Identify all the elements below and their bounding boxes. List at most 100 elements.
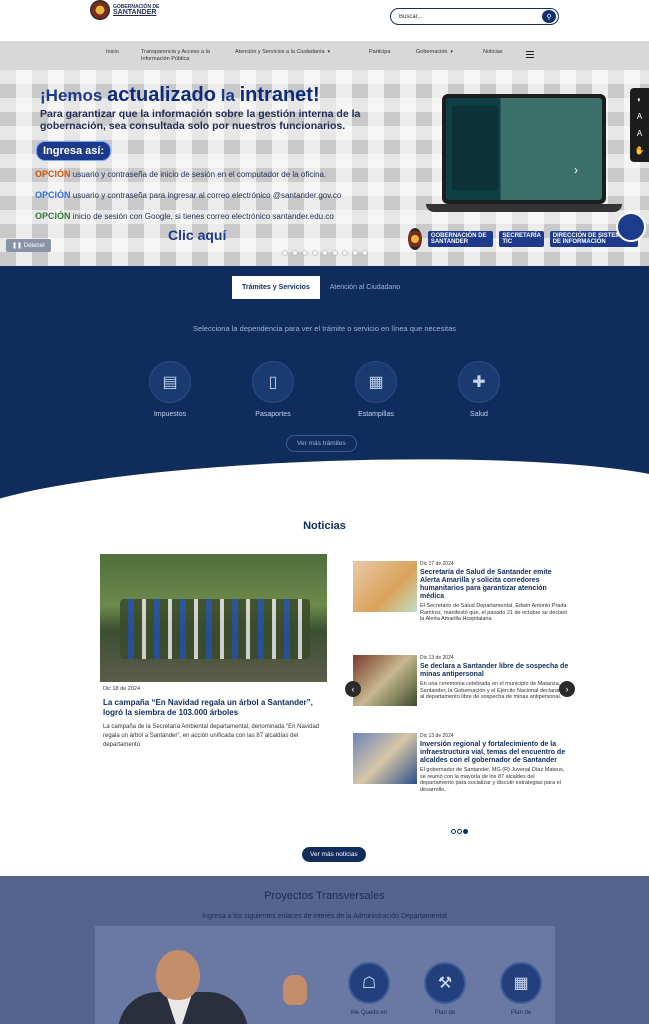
- nav-item-gobernacion[interactable]: Gobernación ▾: [416, 49, 453, 56]
- passport-icon: ▯: [252, 361, 294, 403]
- logo-wordmark: GOBERNACIÓN DE SANTANDER: [113, 4, 159, 16]
- news-summary: El gobernador de Santander, MG (R) Juven…: [420, 767, 565, 793]
- tramite-label: Estampillas: [358, 411, 394, 418]
- tax-document-icon: ▤: [149, 361, 191, 403]
- tab-atencion[interactable]: Atención al Ciudadano: [320, 276, 410, 301]
- proyecto-me-quedo[interactable]: ☖ Me Quedo en: [339, 962, 399, 1017]
- proyecto-plan-1[interactable]: ⚒ Plan de: [415, 962, 475, 1017]
- news-thumbnail: [353, 655, 417, 706]
- news-dot[interactable]: [451, 829, 456, 834]
- news-headline[interactable]: Inversión regional y fortalecimiento de …: [420, 741, 570, 765]
- sign-language-icon[interactable]: ✋: [635, 146, 645, 155]
- news-dot[interactable]: [457, 829, 462, 834]
- tramites-lead: Selecciona la dependencia para ver el tr…: [192, 324, 457, 333]
- nav-item-noticias[interactable]: Noticias: [483, 49, 503, 56]
- news-item[interactable]: Dic 13 de 2024 Inversión regional y fort…: [353, 733, 573, 805]
- contrast-icon[interactable]: ◐: [637, 95, 642, 104]
- health-icon: ✚: [458, 361, 500, 403]
- news-thumbnail: [353, 733, 417, 784]
- nav-item-inicio[interactable]: Inicio: [106, 49, 119, 56]
- proyectos-section: Proyectos Transversales Ingresa a los si…: [0, 876, 649, 1024]
- carousel-dot[interactable]: [292, 250, 298, 256]
- coat-of-arms-icon: [90, 0, 110, 20]
- hero-pill: Ingresa así:: [36, 141, 112, 161]
- carousel-dot[interactable]: [332, 250, 338, 256]
- news-dot-active[interactable]: [463, 829, 468, 834]
- logo-line2: SANTANDER: [113, 9, 157, 16]
- proyectos-title: Proyectos Transversales: [264, 890, 385, 902]
- pause-icon: ❚❚: [12, 243, 24, 249]
- hero-cta-link[interactable]: Clic aquí: [168, 227, 226, 243]
- search-button[interactable]: ⚲: [542, 10, 556, 23]
- chat-button[interactable]: [616, 212, 646, 242]
- main-nav: Inicio Transparencia y Acceso a la Infor…: [0, 41, 649, 70]
- badge-gobernacion: GOBERNACIÓN DE SANTANDER: [427, 231, 494, 247]
- zoom-icon[interactable]: A: [637, 129, 642, 138]
- nav-item-label: Participa: [369, 49, 391, 55]
- top-header: GOBERNACIÓN DE SANTANDER ⚲: [0, 0, 649, 41]
- search-input[interactable]: [399, 12, 539, 22]
- text-size-icon[interactable]: A: [637, 112, 642, 121]
- nav-item-participa[interactable]: Participa: [369, 49, 390, 56]
- tramite-label: Salud: [470, 411, 488, 418]
- hero-option-1: OPCIÓN usuario y contraseña de inicio de…: [35, 169, 327, 179]
- proyecto-label: Me Quedo en: [350, 1010, 388, 1016]
- tramite-estampillas[interactable]: ▦ Estampillas: [346, 361, 406, 418]
- governor-photo: [118, 950, 318, 1024]
- nav-item-atencion[interactable]: Atención y Servicios a la Ciudadanía ▾: [235, 49, 330, 56]
- featured-news-headline[interactable]: La campaña “En Navidad regala un árbol a…: [103, 698, 327, 718]
- site-logo[interactable]: GOBERNACIÓN DE SANTANDER: [90, 0, 159, 20]
- news-headline[interactable]: Se declara a Santander libre de sospecha…: [420, 663, 570, 679]
- news-summary: En una ceremonia celebrada en el municip…: [420, 681, 566, 700]
- section-wave-divider: [0, 448, 649, 511]
- news-date: Dic 13 de 2024: [420, 733, 454, 739]
- news-date: Dic 17 de 2024: [420, 561, 454, 567]
- carousel-dot[interactable]: [352, 250, 358, 256]
- nav-item-label: Atención y Servicios a la Ciudadanía: [235, 49, 325, 55]
- carousel-dot[interactable]: [282, 250, 288, 256]
- news-thumbnail: [353, 561, 417, 612]
- nav-item-label: Transparencia y Acceso a la Información …: [141, 49, 210, 62]
- hero-subtitle: Para garantizar que la información sobre…: [40, 108, 361, 132]
- proyecto-label: Plan de: [434, 1010, 456, 1016]
- featured-news-date: Dic 18 de 2024: [103, 686, 140, 692]
- news-headline[interactable]: Secretaría de Salud de Santander emite A…: [420, 569, 570, 601]
- news-summary: El Secretario de Salud Departamental, Ed…: [420, 603, 568, 622]
- carousel-dots: [282, 250, 368, 256]
- carousel-dot[interactable]: [342, 250, 348, 256]
- news-prev-button[interactable]: ‹: [345, 681, 361, 697]
- carousel-dot[interactable]: [312, 250, 318, 256]
- tools-icon: ⚒: [424, 962, 466, 1004]
- news-item[interactable]: Dic 13 de 2024 Se declara a Santander li…: [353, 655, 573, 715]
- nav-item-label: Gobernación: [416, 49, 448, 55]
- tramite-pasaportes[interactable]: ▯ Pasaportes: [243, 361, 303, 418]
- carousel-next-icon[interactable]: ›: [574, 163, 578, 177]
- proyecto-plan-2[interactable]: ▦ Plan de: [491, 962, 551, 1017]
- tramite-label: Pasaportes: [255, 411, 291, 418]
- hand-heart-icon: ☖: [348, 962, 390, 1004]
- menu-icon[interactable]: [526, 51, 534, 58]
- news-item[interactable]: Dic 17 de 2024 Secretaría de Salud de Sa…: [353, 561, 573, 631]
- hero-banner[interactable]: ¡Hemos actualizado la intranet! Para gar…: [0, 70, 649, 266]
- tramites-section: Trámites y Servicios Atención al Ciudada…: [0, 266, 649, 511]
- tramite-impuestos[interactable]: ▤ Impuestos: [140, 361, 200, 418]
- carousel-dot[interactable]: [302, 250, 308, 256]
- proyecto-label: Plan de: [510, 1010, 532, 1016]
- featured-news-image[interactable]: [100, 554, 327, 682]
- news-next-button[interactable]: ›: [559, 681, 575, 697]
- tramite-salud[interactable]: ✚ Salud: [449, 361, 509, 418]
- tramites-tabs: Trámites y Servicios Atención al Ciudada…: [232, 276, 410, 301]
- carousel-dot[interactable]: [322, 250, 328, 256]
- nav-item-transparencia[interactable]: Transparencia y Acceso a la Información …: [141, 49, 221, 63]
- stamp-icon: ▦: [355, 361, 397, 403]
- hero-option-2: OPCIÓN usuario y contraseña para ingresa…: [35, 190, 342, 200]
- calendar-icon: ▦: [500, 962, 542, 1004]
- search-box: ⚲: [390, 8, 559, 25]
- tab-tramites[interactable]: Trámites y Servicios: [232, 276, 320, 301]
- news-pagination-dots: [451, 829, 468, 834]
- carousel-pause-button[interactable]: ❚❚ Detener: [6, 239, 52, 252]
- more-tramites-button[interactable]: Ver más trámites: [286, 435, 357, 452]
- more-news-button[interactable]: Ver más noticias: [302, 847, 366, 862]
- accessibility-toolbar: ◐ A A ✋: [630, 88, 649, 162]
- carousel-dot[interactable]: [362, 250, 368, 256]
